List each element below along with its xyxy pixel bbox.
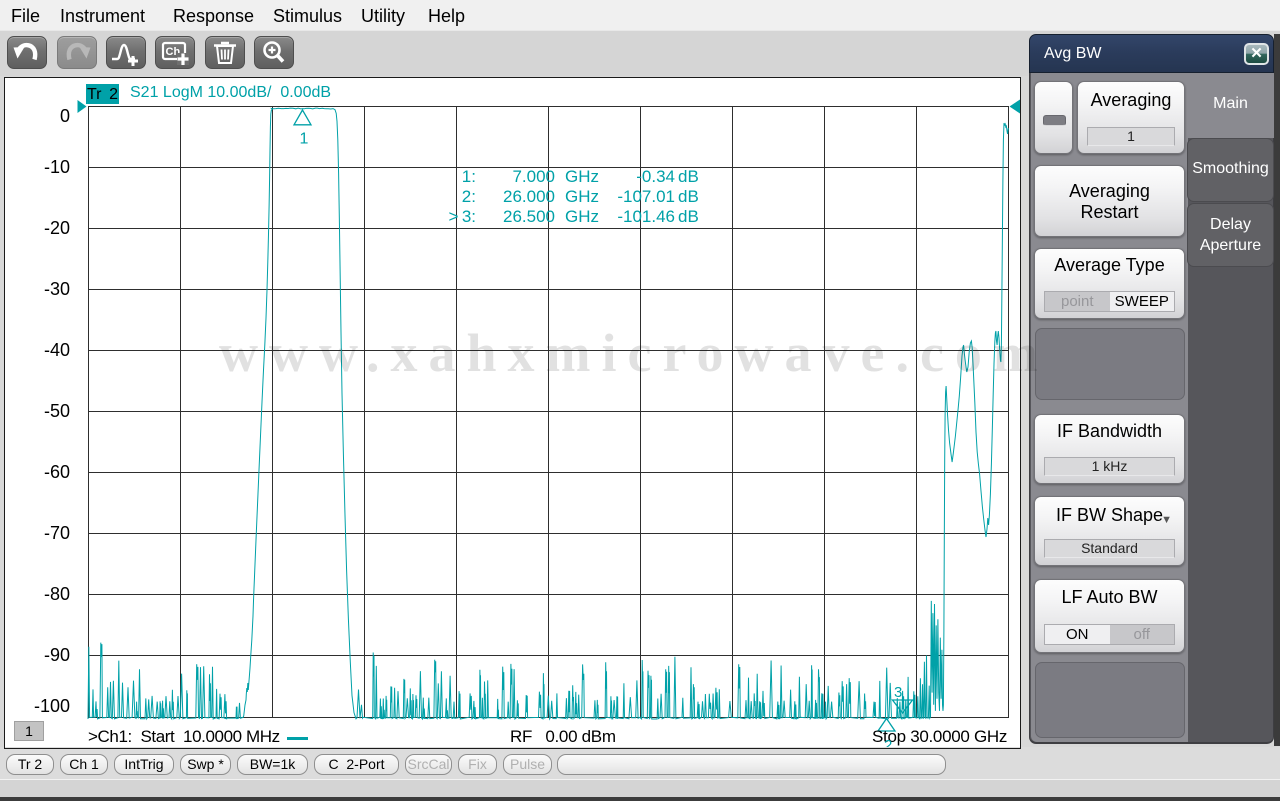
svg-text:3: 3	[894, 684, 902, 701]
svg-text:1: 1	[300, 131, 309, 148]
